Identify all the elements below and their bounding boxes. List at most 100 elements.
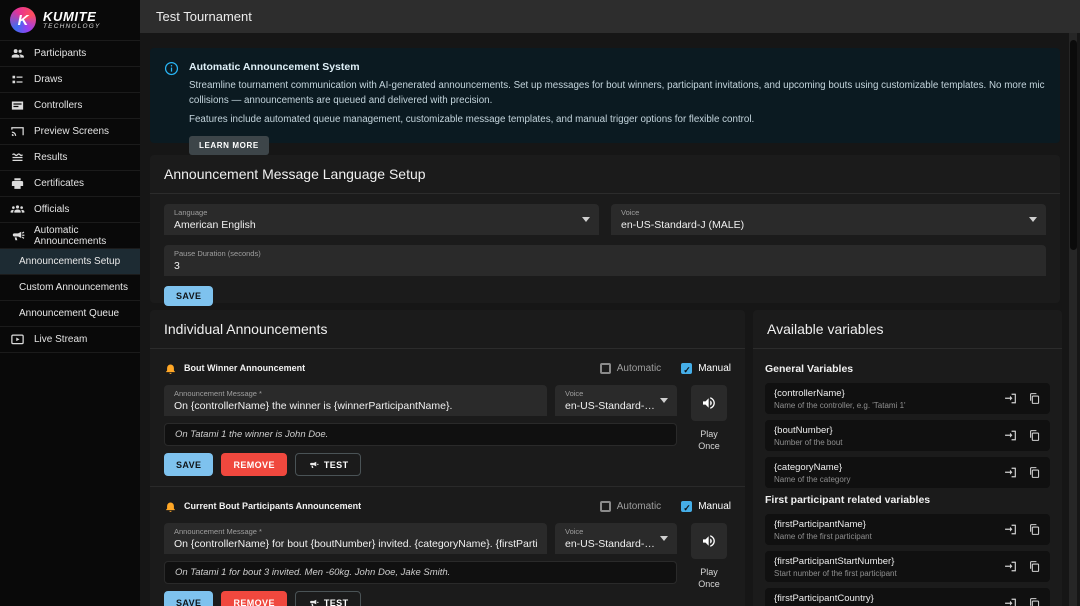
checkbox-icon: ✓: [600, 363, 611, 374]
checkbox-icon: ✓: [681, 501, 692, 512]
insert-variable-button[interactable]: [1004, 597, 1017, 606]
language-select-label: Language: [174, 208, 589, 217]
variable-group-heading: General Variables: [765, 363, 1050, 375]
variable-name: {firstParticipantCountry}: [774, 593, 1004, 604]
sidebar-item-label: Controllers: [34, 100, 82, 111]
checkbox-label: Manual: [698, 363, 731, 374]
remove-button[interactable]: REMOVE: [221, 591, 286, 606]
variable-description: Name of the category: [774, 475, 1004, 484]
sidebar-item-participants[interactable]: Participants: [0, 41, 140, 67]
participants-icon: [10, 46, 25, 61]
insert-variable-button[interactable]: [1004, 523, 1017, 536]
copy-icon: [1028, 560, 1041, 573]
variable-card: {firstParticipantName} Name of the first…: [765, 514, 1050, 545]
sidebar-item-draws[interactable]: Draws: [0, 67, 140, 93]
copy-button[interactable]: [1028, 560, 1041, 573]
insert-variable-button[interactable]: [1004, 429, 1017, 442]
variable-name: {firstParticipantStartNumber}: [774, 556, 1004, 567]
copy-button[interactable]: [1028, 597, 1041, 606]
announcement-message-label: Announcement Message *: [174, 389, 537, 398]
campaign-icon: [10, 228, 25, 243]
voice-select-value: en-US-Standard-J (MALE): [621, 219, 1036, 231]
test-button[interactable]: TEST: [295, 591, 362, 606]
insert-variable-button[interactable]: [1004, 560, 1017, 573]
insert-icon: [1004, 429, 1017, 442]
brand-subtitle: TECHNOLOGY: [43, 23, 101, 30]
remove-button[interactable]: REMOVE: [221, 453, 286, 476]
variable-card: {controllerName} Name of the controller,…: [765, 383, 1050, 414]
info-banner: Automatic Announcement System Streamline…: [150, 48, 1060, 143]
test-button-label: TEST: [324, 598, 349, 606]
sidebar-item-automatic-announcements[interactable]: Automatic Announcements: [0, 223, 140, 249]
sidebar-item-custom-announcements[interactable]: Custom Announcements: [0, 275, 140, 301]
scrollbar-track[interactable]: [1069, 33, 1077, 606]
sidebar-item-results[interactable]: Results: [0, 145, 140, 171]
voice-select-value: en-US-Standard-J (MALE): [565, 538, 667, 550]
test-button[interactable]: TEST: [295, 453, 362, 476]
sidebar-item-live-stream[interactable]: Live Stream: [0, 327, 140, 353]
info-banner-paragraph: Streamline tournament communication with…: [189, 79, 1046, 108]
play-once-label: Play Once: [692, 566, 726, 590]
announcement-item: Bout Winner Announcement ✓ Automatic ✓ M…: [150, 349, 745, 486]
manual-checkbox[interactable]: ✓ Manual: [681, 363, 731, 374]
controllers-icon: [10, 98, 25, 113]
save-button[interactable]: SAVE: [164, 591, 213, 606]
variable-name: {boutNumber}: [774, 425, 1004, 436]
announcement-voice-select[interactable]: Voice en-US-Standard-J (MALE): [555, 385, 677, 416]
play-once-button[interactable]: [691, 385, 727, 421]
copy-button[interactable]: [1028, 466, 1041, 479]
insert-variable-button[interactable]: [1004, 392, 1017, 405]
automatic-checkbox[interactable]: ✓ Automatic: [600, 363, 661, 374]
sidebar-item-preview-screens[interactable]: Preview Screens: [0, 119, 140, 145]
available-variables-title: Available variables: [753, 310, 1062, 349]
announcement-voice-select[interactable]: Voice en-US-Standard-J (MALE): [555, 523, 677, 554]
language-setup-title: Announcement Message Language Setup: [150, 155, 1060, 194]
chevron-down-icon: [660, 398, 668, 403]
bell-icon: [164, 500, 177, 513]
voice-select-label: Voice: [565, 527, 667, 536]
draws-icon: [10, 72, 25, 87]
copy-button[interactable]: [1028, 429, 1041, 442]
pause-duration-input[interactable]: Pause Duration (seconds) 3: [164, 245, 1046, 276]
brand-logo[interactable]: K KUMITE TECHNOLOGY: [0, 0, 140, 41]
announcement-preview-text: On Tatami 1 for bout 3 invited. Men -60k…: [164, 561, 677, 584]
insert-icon: [1004, 597, 1017, 606]
announcement-message-input[interactable]: Announcement Message * On {controllerNam…: [164, 523, 547, 554]
manual-checkbox[interactable]: ✓ Manual: [681, 501, 731, 512]
language-select[interactable]: Language American English: [164, 204, 599, 235]
checkbox-icon: ✓: [600, 501, 611, 512]
announcement-title: Current Bout Participants Announcement: [184, 501, 361, 511]
available-variables-panel: Available variables General Variables {c…: [753, 310, 1062, 606]
sidebar-item-label: Draws: [34, 74, 62, 85]
campaign-icon: [308, 459, 319, 470]
announcement-message-input[interactable]: Announcement Message * On {controllerNam…: [164, 385, 547, 416]
variable-description: Start number of the first participant: [774, 569, 1004, 578]
insert-icon: [1004, 523, 1017, 536]
play-once-button[interactable]: [691, 523, 727, 559]
copy-button[interactable]: [1028, 523, 1041, 536]
sidebar-item-officials[interactable]: Officials: [0, 197, 140, 223]
insert-icon: [1004, 392, 1017, 405]
save-button[interactable]: SAVE: [164, 453, 213, 476]
sidebar-subitem-label: Custom Announcements: [19, 282, 128, 293]
copy-icon: [1028, 392, 1041, 405]
sidebar: K KUMITE TECHNOLOGY Participants Draws C…: [0, 0, 140, 606]
variable-card: {categoryName} Name of the category: [765, 457, 1050, 488]
insert-icon: [1004, 466, 1017, 479]
sidebar-item-announcements-setup[interactable]: Announcements Setup: [0, 249, 140, 275]
copy-icon: [1028, 466, 1041, 479]
voice-select[interactable]: Voice en-US-Standard-J (MALE): [611, 204, 1046, 235]
copy-button[interactable]: [1028, 392, 1041, 405]
chevron-down-icon: [660, 536, 668, 541]
learn-more-button[interactable]: LEARN MORE: [189, 136, 269, 155]
sidebar-item-certificates[interactable]: Certificates: [0, 171, 140, 197]
save-button[interactable]: SAVE: [164, 286, 213, 306]
scrollbar-thumb[interactable]: [1070, 40, 1077, 250]
sidebar-item-announcement-queue[interactable]: Announcement Queue: [0, 301, 140, 327]
insert-variable-button[interactable]: [1004, 466, 1017, 479]
top-bar: Test Tournament: [140, 0, 1080, 33]
sidebar-item-controllers[interactable]: Controllers: [0, 93, 140, 119]
automatic-checkbox[interactable]: ✓ Automatic: [600, 501, 661, 512]
chevron-down-icon: [582, 217, 590, 222]
sidebar-subitem-label: Announcements Setup: [19, 256, 120, 267]
